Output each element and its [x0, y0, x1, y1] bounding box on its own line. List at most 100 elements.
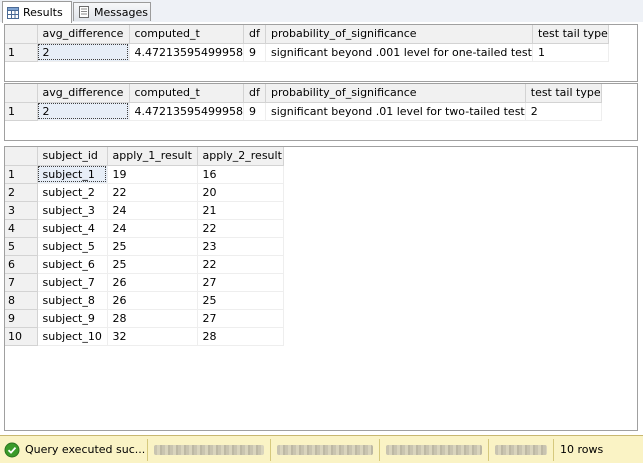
table-cell[interactable]: 2 — [525, 102, 602, 121]
result-table-2: avg_difference computed_t df probability… — [5, 84, 602, 121]
column-header[interactable]: avg_difference — [37, 84, 130, 103]
column-header[interactable]: test tail type — [532, 25, 609, 44]
table-cell[interactable]: subject_5 — [37, 237, 108, 256]
tab-messages[interactable]: Messages — [73, 2, 151, 21]
results-panel: avg_difference computed_t df probability… — [0, 22, 643, 435]
table-row: 1 subject_1 19 16 — [5, 165, 284, 184]
table-cell[interactable]: 22 — [197, 219, 284, 238]
redacted-database-name — [386, 444, 482, 455]
status-separator — [270, 438, 271, 461]
table-row: 9 subject_9 28 27 — [5, 309, 284, 328]
table-cell[interactable]: subject_9 — [37, 309, 108, 328]
table-cell[interactable]: subject_2 — [37, 183, 108, 202]
table-cell[interactable]: 9 — [243, 43, 266, 62]
table-cell[interactable]: 4.47213595499958 — [129, 43, 244, 62]
result-table-1: avg_difference computed_t df probability… — [5, 25, 609, 62]
table-row: 4 subject_4 24 22 — [5, 219, 284, 238]
table-cell[interactable]: 4.47213595499958 — [129, 102, 244, 121]
table-cell[interactable]: subject_1 — [37, 165, 108, 184]
tab-results[interactable]: Results — [2, 1, 72, 23]
table-cell[interactable]: 27 — [197, 273, 284, 292]
result-grid-1[interactable]: avg_difference computed_t df probability… — [4, 24, 638, 82]
table-row: 2 subject_2 22 20 — [5, 183, 284, 202]
column-header[interactable]: avg_difference — [37, 25, 130, 44]
table-cell[interactable]: subject_10 — [37, 327, 108, 346]
status-separator — [553, 438, 554, 461]
row-number[interactable]: 1 — [5, 165, 38, 184]
table-cell[interactable]: 25 — [197, 291, 284, 310]
status-bar: Query executed suc... 10 rows — [0, 435, 643, 463]
status-separator — [488, 438, 489, 461]
row-number[interactable]: 1 — [5, 43, 38, 62]
table-cell[interactable]: significant beyond .01 level for two-tai… — [265, 102, 526, 121]
header-row: subject_id apply_1_result apply_2_result — [5, 147, 284, 166]
column-header[interactable]: subject_id — [37, 147, 108, 166]
table-cell[interactable]: 27 — [197, 309, 284, 328]
table-cell[interactable]: 20 — [197, 183, 284, 202]
column-header[interactable]: test tail type — [525, 84, 602, 103]
table-cell[interactable]: subject_8 — [37, 291, 108, 310]
tab-messages-label: Messages — [94, 5, 148, 19]
row-number[interactable]: 9 — [5, 309, 38, 328]
header-row: avg_difference computed_t df probability… — [5, 25, 609, 44]
table-cell[interactable]: 22 — [197, 255, 284, 274]
table-cell[interactable]: 26 — [107, 291, 198, 310]
row-number[interactable]: 1 — [5, 102, 38, 121]
row-number[interactable]: 10 — [5, 327, 38, 346]
row-number[interactable]: 4 — [5, 219, 38, 238]
table-cell[interactable]: 25 — [107, 237, 198, 256]
table-cell[interactable]: 28 — [107, 309, 198, 328]
table-cell[interactable]: 28 — [197, 327, 284, 346]
table-cell[interactable]: subject_7 — [37, 273, 108, 292]
table-cell[interactable]: 32 — [107, 327, 198, 346]
table-cell[interactable]: 21 — [197, 201, 284, 220]
table-cell[interactable]: 24 — [107, 219, 198, 238]
column-header[interactable]: apply_2_result — [197, 147, 284, 166]
table-cell[interactable]: 16 — [197, 165, 284, 184]
column-header[interactable]: df — [243, 84, 266, 103]
corner-cell[interactable] — [5, 25, 38, 44]
column-header[interactable]: probability_of_significance — [265, 25, 533, 44]
table-cell[interactable]: 19 — [107, 165, 198, 184]
table-cell[interactable]: 25 — [107, 255, 198, 274]
table-cell[interactable]: significant beyond .001 level for one-ta… — [265, 43, 533, 62]
table-cell[interactable]: 2 — [37, 43, 130, 62]
table-cell[interactable]: 2 — [37, 102, 130, 121]
row-number[interactable]: 5 — [5, 237, 38, 256]
table-cell[interactable]: 26 — [107, 273, 198, 292]
tab-results-label: Results — [23, 6, 63, 19]
corner-cell[interactable] — [5, 84, 38, 103]
column-header[interactable]: apply_1_result — [107, 147, 198, 166]
table-cell[interactable]: subject_3 — [37, 201, 108, 220]
redacted-server-name — [154, 444, 264, 455]
column-header[interactable]: computed_t — [129, 84, 244, 103]
column-header[interactable]: df — [243, 25, 266, 44]
table-row: 8 subject_8 26 25 — [5, 291, 284, 310]
results-tab-bar: Results Messages — [0, 0, 643, 23]
check-circle-icon — [4, 442, 20, 457]
status-separator — [379, 438, 380, 461]
result-table-3: subject_id apply_1_result apply_2_result… — [5, 147, 284, 346]
result-grid-2[interactable]: avg_difference computed_t df probability… — [4, 83, 638, 141]
table-cell[interactable]: 22 — [107, 183, 198, 202]
column-header[interactable]: computed_t — [129, 25, 244, 44]
grid-icon — [7, 6, 19, 19]
table-cell[interactable]: subject_4 — [37, 219, 108, 238]
table-cell[interactable]: 23 — [197, 237, 284, 256]
table-cell[interactable]: subject_6 — [37, 255, 108, 274]
redacted-elapsed-time — [495, 444, 547, 455]
corner-cell[interactable] — [5, 147, 38, 166]
table-cell[interactable]: 24 — [107, 201, 198, 220]
row-number[interactable]: 6 — [5, 255, 38, 274]
table-cell[interactable]: 1 — [532, 43, 609, 62]
table-row: 7 subject_7 26 27 — [5, 273, 284, 292]
table-row: 1 2 4.47213595499958 9 significant beyon… — [5, 43, 609, 62]
row-number[interactable]: 2 — [5, 183, 38, 202]
redacted-user-name — [277, 444, 373, 455]
table-cell[interactable]: 9 — [243, 102, 266, 121]
result-grid-3[interactable]: subject_id apply_1_result apply_2_result… — [4, 146, 638, 431]
row-number[interactable]: 3 — [5, 201, 38, 220]
row-number[interactable]: 8 — [5, 291, 38, 310]
row-number[interactable]: 7 — [5, 273, 38, 292]
column-header[interactable]: probability_of_significance — [265, 84, 526, 103]
